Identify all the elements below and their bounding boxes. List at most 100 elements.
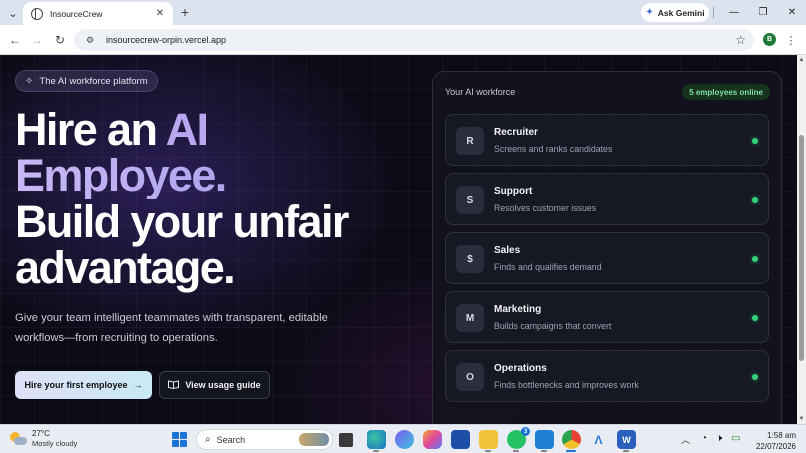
edge-browser-icon[interactable] [367,430,386,449]
profile-avatar[interactable]: B [763,33,776,46]
headline-line-4: advantage. [15,242,236,293]
employee-description: Finds bottlenecks and improves work [494,380,639,390]
scroll-down-arrow-icon[interactable]: ▼ [797,415,806,423]
employee-avatar: R [456,127,484,155]
gemini-sparkle-icon: ✦ [645,7,654,18]
browser-tab[interactable]: InsourceCrew ✕ [23,2,173,25]
wifi-icon[interactable]: ◔ [701,433,707,444]
employee-name: Sales [494,245,521,256]
ask-gemini-button[interactable]: ✦ Ask Gemini [641,3,709,22]
back-arrow-icon[interactable]: ← [7,32,23,48]
headline-line-2: Employee. [15,153,415,199]
address-bar[interactable]: ⚙ insourcecrew-orpin.vercel.app ☆ [74,29,754,51]
page-viewport: ✧ The AI workforce platform Hire an AI E… [0,55,797,424]
clock-date: 22/07/2026 [755,442,796,451]
battery-charging-icon[interactable]: ▭ [731,433,740,444]
online-status-dot [752,315,758,321]
taskbar-search[interactable]: ⌕ Search [196,429,333,450]
chrome-browser-icon[interactable] [562,430,581,449]
whatsapp-notification-badge: 3 [521,427,530,436]
headline-line-3: Build your unfair [15,196,349,247]
file-explorer-icon[interactable] [479,430,498,449]
employee-description: Builds campaigns that convert [494,321,612,331]
tab-close-icon[interactable]: ✕ [153,8,167,19]
volume-muted-icon[interactable]: 🕨 [716,433,722,444]
window-controls-divider [713,7,714,18]
employee-name: Recruiter [494,127,538,138]
windows-start-icon[interactable] [172,432,187,447]
search-icon: ⌕ [205,434,211,445]
employee-description: Finds and qualifies demand [494,262,602,272]
weather-condition: Mostly cloudy [32,439,78,448]
tab-title: InsourceCrew [50,8,103,19]
scrollbar-thumb[interactable] [799,135,804,361]
running-indicator [513,450,519,452]
employee-card-recruiter[interactable]: R Recruiter Screens and ranks candidates [445,114,769,166]
online-status-badge: 5 employees online [682,84,770,100]
copilot-icon[interactable] [423,430,442,449]
employee-avatar: $ [456,245,484,273]
weather-temperature: 27°C [32,429,50,438]
platform-pill: ✧ The AI workforce platform [15,70,158,92]
running-indicator [485,450,491,452]
employee-card-sales[interactable]: $ Sales Finds and qualifies demand [445,232,769,284]
taskbar-search-label: Search [216,434,246,445]
new-tab-button[interactable]: + [177,4,193,20]
employee-card-marketing[interactable]: M Marketing Builds campaigns that conver… [445,291,769,343]
online-status-dot [752,138,758,144]
browser-menu-icon[interactable]: ⋮ [786,32,797,48]
employee-name: Marketing [494,304,542,315]
view-usage-guide-button[interactable]: View usage guide [159,371,270,399]
tab-search-chevron-icon[interactable]: ⌄ [4,4,22,22]
reload-icon[interactable]: ↻ [52,32,68,48]
minimize-button[interactable]: — [725,4,743,20]
task-view-icon[interactable] [339,433,353,447]
workforce-panel: Your AI workforce 5 employees online R R… [432,71,782,424]
weather-widget[interactable]: 27°C Mostly cloudy [10,429,77,449]
hire-first-employee-button[interactable]: Hire your first employee → [15,371,152,399]
employee-avatar: M [456,304,484,332]
scroll-up-arrow-icon[interactable]: ▲ [797,56,806,64]
employee-avatar: S [456,186,484,214]
arrow-right-icon: → [133,380,143,390]
window-close-button[interactable]: ✕ [783,4,801,20]
running-indicator [623,450,629,452]
ask-gemini-label: Ask Gemini [657,7,705,18]
partly-cloudy-icon [10,432,27,446]
platform-pill-label: The AI workforce platform [39,75,148,87]
headline-ai-accent: AI [165,104,209,155]
tray-overflow-chevron-icon[interactable]: ︿ [681,433,690,446]
online-status-dot [752,374,758,380]
employee-card-operations[interactable]: O Operations Finds bottlenecks and impro… [445,350,769,402]
employee-card-support[interactable]: S Support Resolves customer issues [445,173,769,225]
online-status-dot [752,256,758,262]
copilot-app-icon[interactable] [395,430,414,449]
workforce-title: Your AI workforce [445,87,516,97]
bookmark-star-icon[interactable]: ☆ [735,33,746,47]
running-indicator [541,450,547,452]
browser-toolbar: ← → ↻ ⚙ insourcecrew-orpin.vercel.app ☆ … [0,25,806,55]
book-open-icon [168,379,180,391]
vscode-icon[interactable] [535,430,554,449]
employee-description: Resolves customer issues [494,203,597,213]
headline-line-1: Hire an AI [15,107,415,153]
employee-description: Screens and ranks candidates [494,144,613,154]
forward-arrow-icon[interactable]: → [29,32,45,48]
restore-button[interactable]: ❐ [754,4,772,20]
page-scrollbar[interactable]: ▲ ▼ [797,55,806,424]
hero-subtext: Give your team intelligent teammates wit… [15,312,328,344]
word-app-icon[interactable]: W [617,430,636,449]
whatsapp-icon[interactable]: 3 [507,427,530,449]
url-text[interactable]: insourcecrew-orpin.vercel.app [106,35,735,45]
site-settings-icon[interactable]: ⚙ [84,34,96,46]
hero-headline: Hire an AI Employee. Build your unfair a… [15,107,415,291]
search-highlight-image [299,433,329,446]
sparkle-icon: ✧ [25,75,34,87]
system-clock[interactable]: 1:58 am 22/07/2026 [752,430,796,452]
app-a-icon[interactable]: Λ [589,430,608,449]
running-indicator [373,450,379,452]
hire-first-employee-label: Hire your first employee [24,380,128,390]
microsoft-store-icon[interactable] [451,430,470,449]
active-indicator [566,450,576,452]
browser-tabstrip: ⌄ InsourceCrew ✕ + ✦ Ask Gemini — ❐ ✕ [0,0,806,25]
